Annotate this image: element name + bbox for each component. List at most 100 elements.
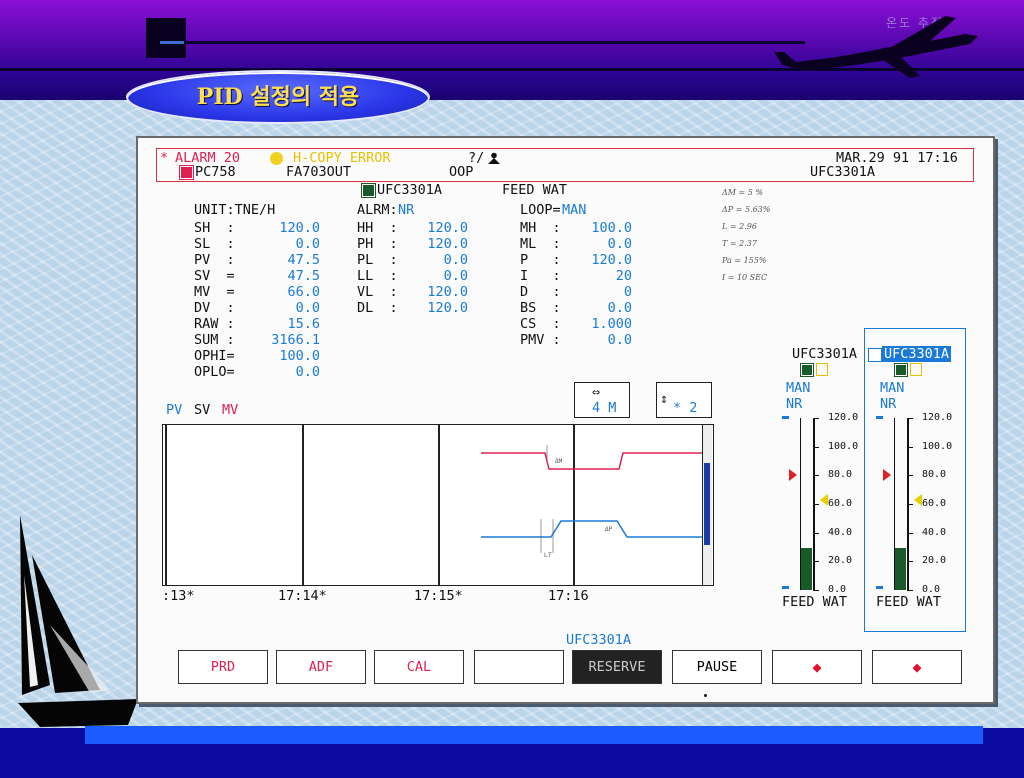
faceplate-pv-pointer-icon <box>789 468 797 481</box>
param-label: SUM : <box>194 332 235 348</box>
param-value[interactable]: 0.0 <box>582 332 632 348</box>
param-value[interactable]: 100.0 <box>250 348 320 364</box>
param-value[interactable]: 20 <box>582 268 632 284</box>
param-label: OPHI= <box>194 348 235 364</box>
faceplate-mode[interactable]: MAN <box>880 380 904 396</box>
loop-name: FEED WAT <box>502 182 568 198</box>
function-key-button[interactable]: PRD <box>178 650 268 684</box>
param-value[interactable]: 120.0 <box>416 284 468 300</box>
function-key-button[interactable]: CAL <box>374 650 464 684</box>
tag-pc758[interactable]: PC758 <box>195 164 236 180</box>
param-label: ML : <box>520 236 561 252</box>
param-value[interactable]: 120.0 <box>416 300 468 316</box>
param-value[interactable]: 0.0 <box>250 300 320 316</box>
time-span-arrow-icon: ⇔ <box>592 384 601 400</box>
function-key-button[interactable]: RESERVE <box>572 650 662 684</box>
function-key-button[interactable]: ADF <box>276 650 366 684</box>
faceplate-pv-pointer-icon <box>883 468 891 481</box>
loop-mode-value[interactable]: MAN <box>562 202 586 218</box>
param-value[interactable]: 0.0 <box>416 252 468 268</box>
faceplate-low-limit-icon <box>782 586 789 589</box>
scale-button[interactable]: ⇕ * 2 <box>656 382 712 418</box>
loop-tag: UFC3301A <box>377 182 443 198</box>
operator-icon <box>488 152 500 164</box>
faceplate-label: FEED WAT <box>876 594 942 610</box>
faceplate-scale-label: 120.0 <box>922 412 953 423</box>
function-key-button[interactable]: ◆ <box>872 650 962 684</box>
faceplate-mode[interactable]: MAN <box>786 380 810 396</box>
time-span-value: 4 M <box>592 400 617 416</box>
param-value[interactable]: 120.0 <box>582 252 632 268</box>
param-value[interactable]: 100.0 <box>582 220 632 236</box>
param-value[interactable]: 0 <box>582 284 632 300</box>
param-label: HH : <box>357 220 398 236</box>
param-value[interactable]: 0.0 <box>250 364 320 380</box>
unit-label: UNIT:TNE/H <box>194 202 276 218</box>
param-value[interactable]: 0.0 <box>582 300 632 316</box>
faceplate-scale-label: 80.0 <box>828 469 853 481</box>
param-value[interactable]: 0.0 <box>582 236 632 252</box>
faceplate-select-icon[interactable] <box>868 348 882 362</box>
trend-graph[interactable]: ΔM ΔP L T <box>162 424 714 586</box>
faceplate-scale-label: 80.0 <box>922 469 947 481</box>
param-value[interactable]: 1.000 <box>582 316 632 332</box>
faceplate-tag[interactable]: UFC3301A <box>882 346 952 362</box>
faceplate-alarm[interactable]: NR <box>786 396 802 412</box>
param-value[interactable]: 3166.1 <box>250 332 320 348</box>
trend-mv-line <box>481 452 702 470</box>
loop-mode-label: LOOP= <box>520 202 561 218</box>
trend-time-label: 17:14* <box>278 588 327 604</box>
param-label: SV = <box>194 268 235 284</box>
hcopy-lamp-icon <box>270 152 283 165</box>
faceplate-yellow-icon <box>910 363 922 376</box>
tag-fa703out[interactable]: FA703OUT <box>286 164 351 180</box>
faceplate-scale-label: 40.0 <box>922 526 947 538</box>
trend-scroll-thumb[interactable] <box>704 463 710 545</box>
param-label: D : <box>520 284 561 300</box>
faceplate-scale-label: 60.0 <box>922 498 947 509</box>
param-value[interactable]: 0.0 <box>250 236 320 252</box>
param-value[interactable]: 120.0 <box>416 220 468 236</box>
param-value[interactable]: 0.0 <box>416 268 468 284</box>
screen-dot <box>704 694 707 697</box>
footer-strip <box>85 726 983 744</box>
param-value[interactable]: 15.6 <box>250 316 320 332</box>
faceplate-scale-tick <box>813 504 819 505</box>
faceplate-scale-tick <box>813 475 819 477</box>
faceplate-yellow-icon <box>816 363 828 376</box>
trend-scrollbar[interactable] <box>702 425 712 585</box>
title-rule-short <box>185 41 805 44</box>
faceplate-low-limit-icon <box>876 586 883 589</box>
tag-ufc3301a[interactable]: UFC3301A <box>810 164 875 180</box>
faceplate-label: FEED WAT <box>782 594 848 610</box>
param-value[interactable]: 120.0 <box>250 220 320 236</box>
alarm-label: ALRM: <box>357 202 398 218</box>
faceplate-scale-tick <box>813 446 819 448</box>
param-value[interactable]: 47.5 <box>250 268 320 284</box>
function-key-button[interactable] <box>474 650 564 684</box>
faceplate-scale-label: 20.0 <box>828 555 853 567</box>
function-key-button[interactable]: PAUSE <box>672 650 762 684</box>
alarm-value[interactable]: NR <box>398 202 414 218</box>
param-label: LL : <box>357 268 398 284</box>
param-label: CS : <box>520 316 561 332</box>
faceplate-scale-label: 20.0 <box>922 555 947 567</box>
param-value[interactable]: 47.5 <box>250 252 320 268</box>
tag-oop[interactable]: OOP <box>449 164 473 180</box>
param-label: MV = <box>194 284 235 300</box>
trend-time-label: 17:16 <box>548 588 589 604</box>
param-value[interactable]: 66.0 <box>250 284 320 300</box>
time-span-button[interactable]: ⇔ 4 M <box>574 382 630 418</box>
param-value[interactable]: 120.0 <box>416 236 468 252</box>
dcs-screen: * ALARM 20 H-COPY ERROR ?/ MAR.29 91 17:… <box>136 136 995 704</box>
param-label: SH : <box>194 220 235 236</box>
faceplate-scale-label: 60.0 <box>828 498 853 509</box>
faceplate-scale-tick <box>813 561 819 563</box>
faceplate-scale-label: 100.0 <box>922 440 953 452</box>
function-key-button[interactable]: ◆ <box>772 650 862 684</box>
faceplate-alarm[interactable]: NR <box>880 396 896 412</box>
tuning-note: ΔP = 5.63% <box>722 205 771 214</box>
faceplate-tag[interactable]: UFC3301A <box>792 346 857 362</box>
title-bullet <box>146 18 186 58</box>
param-label: OPLO= <box>194 364 235 380</box>
